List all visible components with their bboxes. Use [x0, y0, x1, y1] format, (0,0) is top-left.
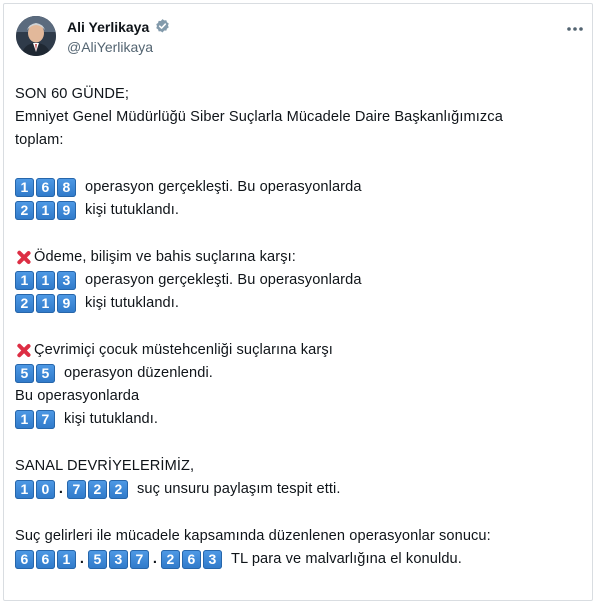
avatar-photo: [16, 16, 56, 56]
betting-arrests-line: 219 kişi tutuklandı.: [15, 292, 575, 315]
keycap-digit: 6: [182, 550, 201, 569]
proceeds-line: 661.537.263 TL para ve malvarlığına el k…: [15, 548, 575, 571]
keycap-digit: 2: [88, 480, 107, 499]
cross-mark-icon: [15, 342, 32, 359]
keycap-digit: 6: [36, 550, 55, 569]
keycap-digit: 8: [57, 178, 76, 197]
child-operations-line: 55 operasyon düzenlendi.: [15, 362, 575, 385]
intro-line-2: Emniyet Genel Müdürlüğü Siber Suçlarla M…: [15, 109, 503, 125]
thousands-separator: .: [79, 551, 85, 567]
keycap-digit: 1: [36, 294, 55, 313]
patrol-heading: SANAL DEVRİYELERİMİZ,: [15, 458, 195, 474]
tweet-text: SON 60 GÜNDE; Emniyet Genel Müdürlüğü Si…: [15, 83, 575, 571]
keycap-number: 219: [15, 201, 78, 220]
keycap-number: 17: [15, 410, 57, 429]
thousands-separator: .: [152, 551, 158, 567]
keycap-digit: 5: [36, 364, 55, 383]
keycap-digit: 3: [109, 550, 128, 569]
keycap-digit: 2: [161, 550, 180, 569]
keycap-digit: 3: [203, 550, 222, 569]
keycap-digit: 2: [109, 480, 128, 499]
keycap-digit: 1: [15, 271, 34, 290]
patrol-line: 10.722 suç unsuru paylaşım tespit etti.: [15, 478, 575, 501]
keycap-digit: 1: [15, 410, 34, 429]
keycap-digit: 3: [57, 271, 76, 290]
total-arrests-line: 219 kişi tutuklandı.: [15, 199, 575, 222]
keycap-digit: 5: [15, 364, 34, 383]
keycap-digit: 7: [67, 480, 86, 499]
keycap-digit: 7: [36, 410, 55, 429]
keycap-digit: 2: [15, 201, 34, 220]
verified-badge-icon: [156, 19, 169, 33]
total-operations-text: operasyon gerçekleşti. Bu operasyonlarda: [85, 179, 362, 195]
child-heading: Çevrimiçi çocuk müstehcenliği suçlarına …: [34, 342, 333, 358]
author-avatar[interactable]: [16, 16, 56, 56]
proceeds-text: TL para ve malvarlığına el konuldu.: [231, 551, 462, 567]
keycap-digit: 9: [57, 201, 76, 220]
author-display-name[interactable]: Ali Yerlikaya: [67, 19, 149, 35]
thousands-separator: .: [58, 481, 64, 497]
keycap-number: 661.537.263: [15, 548, 224, 571]
total-operations-line: 168 operasyon gerçekleşti. Bu operasyonl…: [15, 176, 575, 199]
patrol-text: suç unsuru paylaşım tespit etti.: [137, 481, 341, 497]
intro-line-1: SON 60 GÜNDE;: [15, 86, 130, 102]
keycap-number: 10.722: [15, 478, 130, 501]
keycap-number: 113: [15, 271, 78, 290]
keycap-digit: 1: [15, 178, 34, 197]
cross-mark-icon: [15, 249, 32, 266]
keycap-digit: 1: [15, 480, 34, 499]
child-arrests-text: kişi tutuklandı.: [64, 411, 159, 427]
keycap-digit: 9: [57, 294, 76, 313]
proceeds-heading: Suç gelirleri ile mücadele kapsamında dü…: [15, 528, 491, 544]
author-name-row: Ali Yerlikaya: [67, 18, 171, 35]
tweet-header: Ali Yerlikaya @AliYerlikaya: [14, 14, 586, 62]
more-options-icon[interactable]: [564, 20, 586, 38]
keycap-digit: 7: [130, 550, 149, 569]
betting-operations-text: operasyon gerçekleşti. Bu operasyonlarda: [85, 272, 362, 288]
keycap-number: 55: [15, 364, 57, 383]
child-arrests-line: 17 kişi tutuklandı.: [15, 408, 575, 431]
total-arrests-text: kişi tutuklandı.: [85, 202, 180, 218]
keycap-number: 219: [15, 294, 78, 313]
betting-arrests-text: kişi tutuklandı.: [85, 295, 180, 311]
author-handle[interactable]: @AliYerlikaya: [67, 39, 153, 55]
keycap-digit: 2: [15, 294, 34, 313]
betting-operations-line: 113 operasyon gerçekleşti. Bu operasyonl…: [15, 269, 575, 292]
keycap-number: 168: [15, 178, 78, 197]
keycap-digit: 6: [15, 550, 34, 569]
keycap-digit: 1: [36, 201, 55, 220]
keycap-digit: 6: [36, 178, 55, 197]
keycap-digit: 1: [57, 550, 76, 569]
child-heading-line: Çevrimiçi çocuk müstehcenliği suçlarına …: [15, 339, 575, 362]
child-operations-text: operasyon düzenlendi.: [64, 365, 213, 381]
betting-heading: Ödeme, bilişim ve bahis suçlarına karşı:: [34, 249, 296, 265]
child-middle-line: Bu operasyonlarda: [15, 388, 140, 404]
keycap-digit: 1: [36, 271, 55, 290]
keycap-digit: 5: [88, 550, 107, 569]
betting-heading-line: Ödeme, bilişim ve bahis suçlarına karşı:: [15, 246, 575, 269]
keycap-digit: 0: [36, 480, 55, 499]
intro-line-3: toplam:: [15, 132, 64, 148]
